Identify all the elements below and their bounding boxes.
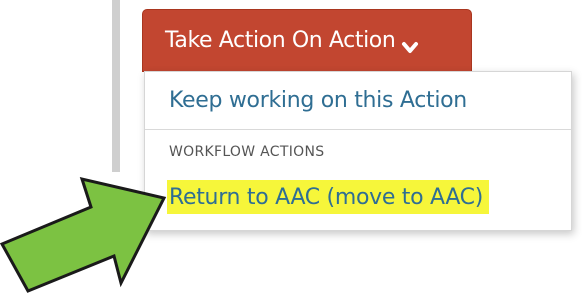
menu-item-return-to-aac-label: Return to AAC (move to AAC) [169, 184, 484, 210]
take-action-label: Take Action On Action [165, 28, 396, 53]
take-action-dropdown-menu: Keep working on this Action WORKFLOW ACT… [144, 71, 572, 231]
panel-left-border [112, 0, 120, 172]
menu-divider [145, 129, 571, 130]
menu-item-return-to-aac[interactable]: Return to AAC (move to AAC) [167, 180, 490, 214]
take-action-dropdown-button[interactable]: Take Action On Action [142, 9, 472, 72]
arrow-right-icon [0, 176, 167, 293]
screenshot-stage: Take Action On Action Keep working on th… [0, 0, 582, 293]
menu-item-keep-working[interactable]: Keep working on this Action [145, 72, 571, 129]
menu-item-keep-working-label: Keep working on this Action [169, 88, 467, 113]
workflow-actions-header: WORKFLOW ACTIONS [169, 144, 325, 160]
chevron-down-icon [401, 36, 419, 53]
